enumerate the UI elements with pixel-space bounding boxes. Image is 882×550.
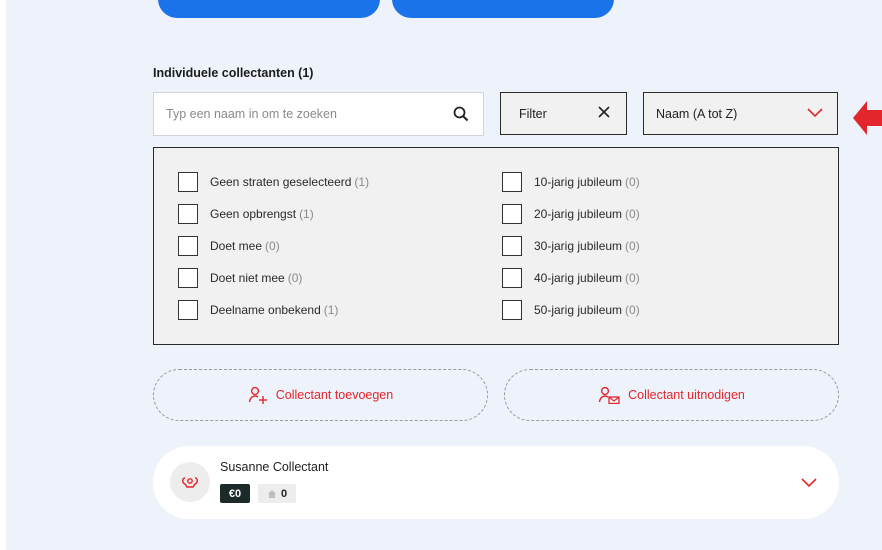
checkbox-50-jarig[interactable]: 50-jarig jubileum (0) <box>502 300 640 320</box>
filter-label: Filter <box>519 106 547 121</box>
checkbox-count: (1) <box>299 207 314 221</box>
house-badge: 0 <box>258 484 296 503</box>
sort-select[interactable]: Naam (A tot Z) <box>643 92 838 135</box>
checkbox-count: (1) <box>323 303 339 317</box>
checkbox[interactable] <box>178 172 198 192</box>
add-collectant-label: Collectant toevoegen <box>275 388 394 402</box>
checkbox-count: (0) <box>625 271 640 285</box>
checkbox-40-jarig[interactable]: 40-jarig jubileum (0) <box>502 268 640 288</box>
house-count: 0 <box>280 487 288 500</box>
checkbox-count: (0) <box>625 175 640 189</box>
checkbox-doet-mee[interactable]: Doet mee (0) <box>178 236 280 256</box>
money-badge: €0 <box>220 484 250 503</box>
sort-selected-value: Naam (A tot Z) <box>656 106 738 121</box>
checkbox-label: 50-jarig jubileum <box>534 303 623 317</box>
checkbox-label: Doet mee <box>210 239 263 253</box>
section-title: Individuele collectanten (1) <box>153 66 314 80</box>
checkbox[interactable] <box>502 300 522 320</box>
checkbox-geen-opbrengst[interactable]: Geen opbrengst (1) <box>178 204 314 224</box>
checkbox-label: 30-jarig jubileum <box>534 239 623 253</box>
checkbox-label: Geen straten geselecteerd <box>210 175 352 189</box>
checkbox-count: (1) <box>354 175 370 189</box>
search-field[interactable] <box>153 92 484 136</box>
checkbox-label: Geen opbrengst <box>210 207 297 221</box>
checkbox[interactable] <box>502 268 522 288</box>
house-icon <box>267 489 276 498</box>
checkbox-10-jarig[interactable]: 10-jarig jubileum (0) <box>502 172 640 192</box>
checkbox-geen-straten[interactable]: Geen straten geselecteerd (1) <box>178 172 369 192</box>
checkbox-label: Deelname onbekend <box>210 303 321 317</box>
checkbox[interactable] <box>502 236 522 256</box>
search-icon[interactable] <box>451 104 471 124</box>
checkbox-20-jarig[interactable]: 20-jarig jubileum (0) <box>502 204 640 224</box>
content-panel: Individuele collectanten (1) Filter Naam… <box>6 0 882 550</box>
checkbox[interactable] <box>178 268 198 288</box>
chevron-down-icon[interactable] <box>801 475 817 493</box>
top-action-button-2[interactable] <box>392 0 614 18</box>
checkbox-count: (0) <box>625 303 640 317</box>
checkbox-30-jarig[interactable]: 30-jarig jubileum (0) <box>502 236 640 256</box>
avatar <box>170 462 210 502</box>
checkbox-label: 20-jarig jubileum <box>534 207 623 221</box>
checkbox-count: (0) <box>625 207 640 221</box>
checkbox[interactable] <box>178 236 198 256</box>
filter-options-panel: Geen straten geselecteerd (1) Geen opbre… <box>153 147 839 345</box>
checkbox[interactable] <box>502 172 522 192</box>
checkbox[interactable] <box>502 204 522 224</box>
collectant-icon <box>182 477 198 488</box>
checkbox-label: 10-jarig jubileum <box>534 175 623 189</box>
checkbox-count: (0) <box>625 239 640 253</box>
collectant-card[interactable]: Susanne Collectant €0 0 <box>153 446 839 519</box>
checkbox-label: Doet niet mee <box>210 271 285 285</box>
checkbox-count: (0) <box>287 271 303 285</box>
checkbox-label: 40-jarig jubileum <box>534 271 623 285</box>
checkbox-count: (0) <box>265 239 280 253</box>
arrow-left-icon <box>853 101 882 135</box>
close-icon[interactable] <box>598 105 610 123</box>
collectant-name: Susanne Collectant <box>220 460 329 474</box>
search-input[interactable] <box>166 107 451 121</box>
add-user-icon <box>248 386 268 404</box>
invite-collectant-label: Collectant uitnodigen <box>628 388 745 402</box>
checkbox[interactable] <box>178 300 198 320</box>
top-action-button-1[interactable] <box>158 0 380 18</box>
filter-button[interactable]: Filter <box>500 92 627 135</box>
invite-collectant-button[interactable]: Collectant uitnodigen <box>504 369 839 421</box>
chevron-down-icon <box>807 107 823 121</box>
checkbox[interactable] <box>178 204 198 224</box>
checkbox-deelname-onbekend[interactable]: Deelname onbekend (1) <box>178 300 338 320</box>
invite-user-icon <box>598 386 620 404</box>
checkbox-doet-niet-mee[interactable]: Doet niet mee (0) <box>178 268 302 288</box>
add-collectant-button[interactable]: Collectant toevoegen <box>153 369 488 421</box>
